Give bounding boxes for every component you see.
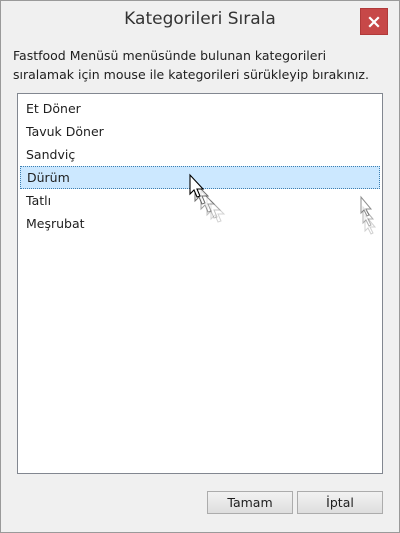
list-item-label: Tavuk Döner (26, 124, 104, 139)
close-button[interactable] (360, 8, 388, 35)
category-listbox[interactable]: Et Döner Tavuk Döner Sandviç Dürüm Tatlı… (17, 93, 383, 474)
list-item-label: Et Döner (26, 101, 81, 116)
list-item-durum[interactable]: Dürüm (20, 166, 380, 189)
list-item-et-doner[interactable]: Et Döner (20, 97, 380, 120)
cancel-button[interactable]: İptal (297, 491, 383, 514)
list-item-tavuk-doner[interactable]: Tavuk Döner (20, 120, 380, 143)
list-item-tatli[interactable]: Tatlı (20, 189, 380, 212)
title-bar[interactable]: Kategorileri Sırala (1, 1, 399, 38)
list-item-mesrubat[interactable]: Meşrubat (20, 212, 380, 235)
list-item-sandvic[interactable]: Sandviç (20, 143, 380, 166)
list-item-label: Dürüm (27, 170, 70, 185)
close-icon (368, 15, 380, 28)
list-item-label: Tatlı (26, 193, 52, 208)
ok-button[interactable]: Tamam (207, 491, 293, 514)
instruction-text: Fastfood Menüsü menüsünde bulunan katego… (13, 48, 369, 82)
list-item-label: Meşrubat (26, 216, 85, 231)
sort-categories-dialog: Kategorileri Sırala Fastfood Menüsü menü… (0, 0, 400, 533)
dialog-title: Kategorileri Sırala (124, 9, 276, 29)
list-item-label: Sandviç (26, 147, 76, 162)
